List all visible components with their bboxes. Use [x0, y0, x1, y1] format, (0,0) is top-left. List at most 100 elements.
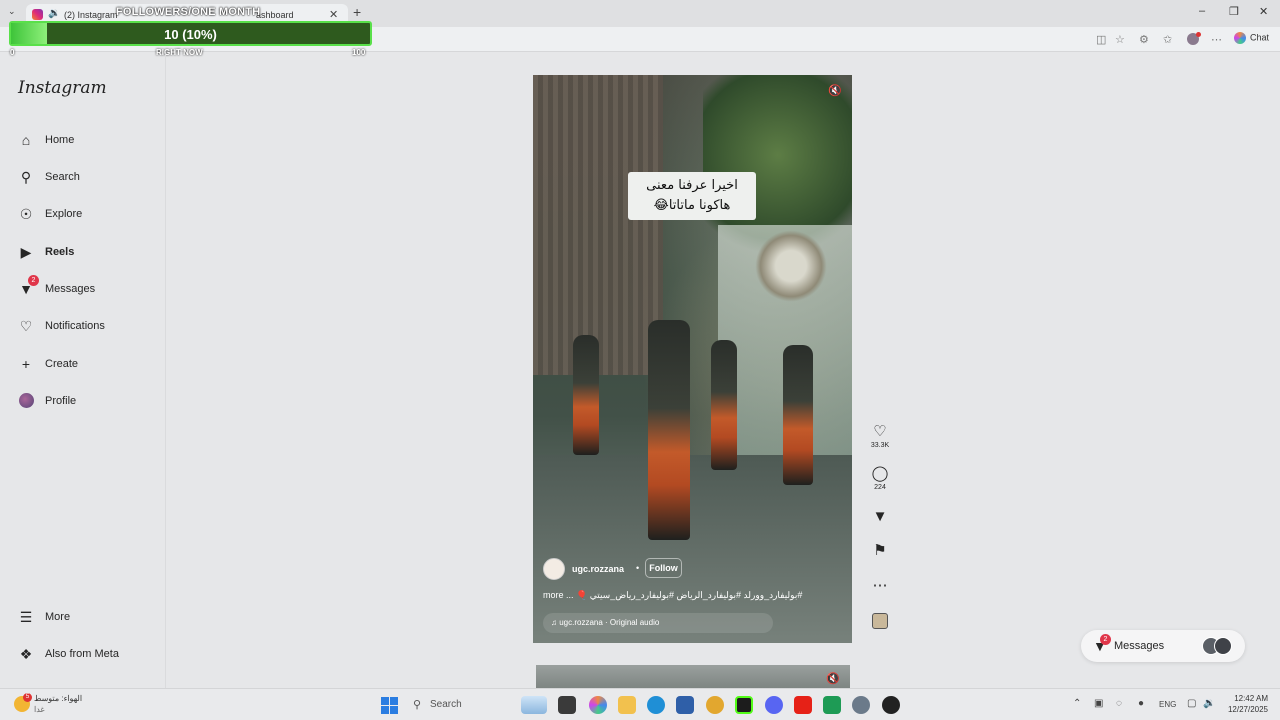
dancer-figure: [711, 340, 737, 470]
meta-apps-icon: ❖: [19, 646, 33, 662]
overlay-title: FOLLOWERS/ONE MONTH: [116, 6, 261, 18]
music-note-icon: ♫: [551, 618, 557, 627]
weather-badge: 5: [23, 693, 32, 702]
messages-floating-button[interactable]: ▼ 2 Messages: [1081, 630, 1245, 662]
messages-bubble-badge: 2: [1100, 634, 1111, 645]
more-dots-icon[interactable]: ⋯: [1211, 33, 1222, 46]
new-tab-icon[interactable]: +: [353, 4, 361, 20]
more-options-action[interactable]: ⋯: [868, 577, 892, 595]
more-dots-icon[interactable]: ⋯: [868, 577, 892, 595]
app-available-icon[interactable]: ◫: [1096, 33, 1106, 46]
dancer-figure: [573, 335, 599, 455]
close-tab-icon[interactable]: ✕: [329, 8, 338, 21]
windows-taskbar: 5 الهواء: متوسط غدا ⚲ Search ⌃ ▣ ◌ ● ENG…: [0, 688, 1280, 720]
message-avatars: [1202, 637, 1232, 655]
mute-icon[interactable]: 🔇: [826, 672, 840, 685]
progress-max-label: 100: [352, 48, 366, 57]
author-avatar[interactable]: [543, 558, 565, 580]
copilot-chat-button[interactable]: Chat: [1234, 32, 1269, 44]
messages-bubble-label: Messages: [1114, 640, 1165, 652]
search-highlight-icon[interactable]: [521, 696, 547, 714]
youtube-icon[interactable]: [794, 696, 812, 714]
tray-app-icon[interactable]: ▣: [1094, 698, 1103, 709]
extensions-icon[interactable]: ⚙: [1139, 33, 1149, 46]
mute-icon[interactable]: 🔇: [828, 84, 842, 97]
settings-icon[interactable]: [852, 696, 870, 714]
microphone-icon[interactable]: ●: [1138, 698, 1144, 709]
next-reel-preview[interactable]: 🔇: [536, 665, 850, 688]
notification-dot: [1196, 32, 1201, 37]
weather-line1: الهواء: متوسط: [34, 694, 83, 703]
author-username[interactable]: ugc.rozzana: [572, 564, 624, 574]
display-icon[interactable]: ▢: [1187, 698, 1196, 709]
edge-icon[interactable]: [647, 696, 665, 714]
instagram-sidebar: Instagram ⌂ Home ⚲ Search ☉ Explore ▶ Re…: [0, 52, 166, 688]
clock-date: 12/27/2025: [1227, 705, 1268, 714]
reel-video[interactable]: اخيرا عرفنا معنى هاكونا ماتاتا😂 🔇 ugc.ro…: [533, 75, 852, 643]
comment-icon[interactable]: ◯: [868, 465, 892, 483]
windows-start-icon[interactable]: [381, 697, 398, 714]
nav-also-from-meta-label: Also from Meta: [45, 648, 119, 660]
instagram-logo[interactable]: Instagram: [18, 78, 107, 98]
save-action[interactable]: ⚑: [868, 542, 892, 560]
separator-dot: •: [636, 563, 640, 573]
hamburger-menu-icon: ☰: [19, 609, 33, 625]
share-action[interactable]: ▼: [868, 508, 892, 526]
tab-title: (2) Instagram: [64, 10, 118, 20]
tab-actions-chevron-icon[interactable]: ⌄: [8, 6, 16, 17]
like-count: 33.3K: [870, 442, 890, 449]
messages-badge: 2: [28, 275, 39, 286]
reel-caption-line1: اخيرا عرفنا معنى: [646, 178, 738, 193]
home-icon: ⌂: [21, 132, 31, 148]
followers-progress-value: 10 (10%): [164, 27, 217, 42]
app-icon-dark[interactable]: [882, 696, 900, 714]
reel-hashtags[interactable]: #بوليفارد_وورلد #بوليفارد_الرياض #بوليفا…: [543, 590, 843, 601]
send-icon[interactable]: ▼: [868, 508, 892, 526]
app-icon-l[interactable]: [558, 696, 576, 714]
discord-icon[interactable]: [765, 696, 783, 714]
favorites-icon[interactable]: ✩: [1163, 33, 1172, 46]
nav-profile-label: Profile: [45, 395, 77, 407]
bookmark-icon[interactable]: ⚑: [868, 542, 892, 560]
reel-caption-overlay: اخيرا عرفنا معنى هاكونا ماتاتا😂: [628, 172, 756, 220]
search-icon: ⚲: [413, 699, 422, 711]
tray-overflow-icon[interactable]: ⌃: [1073, 698, 1081, 709]
weather-line2: غدا: [34, 705, 45, 714]
nav-search-label: Search: [45, 171, 80, 183]
favorite-star-icon[interactable]: ☆: [1115, 33, 1125, 46]
app-icon-green[interactable]: [823, 696, 841, 714]
speaker-icon[interactable]: 🔉: [48, 8, 60, 19]
volume-icon[interactable]: 🔉: [1203, 698, 1215, 709]
tab2-title-fragment: ashboard: [256, 10, 294, 20]
compass-icon: ☉: [19, 206, 33, 222]
kick-icon[interactable]: [735, 696, 753, 714]
search-icon: ⚲: [20, 169, 32, 185]
close-window-icon[interactable]: ✕: [1259, 5, 1268, 18]
restore-icon[interactable]: ❐: [1229, 5, 1239, 18]
avatar: [1214, 637, 1232, 655]
avatar: [18, 393, 34, 409]
network-off-icon[interactable]: ◌: [1116, 698, 1122, 709]
reel-audio-link[interactable]: ♫ ugc.rozzana · Original audio: [543, 613, 773, 633]
building-shape: [533, 75, 663, 375]
clock-time: 12:42 AM: [1234, 694, 1268, 703]
nav-more-label: More: [45, 611, 71, 623]
copilot-icon[interactable]: [589, 696, 607, 714]
nav-home-label: Home: [45, 134, 75, 146]
comment-action[interactable]: ◯ 224: [868, 465, 892, 491]
store-icon[interactable]: [676, 696, 694, 714]
copilot-icon: [1234, 32, 1246, 44]
like-action[interactable]: ♡ 33.3K: [868, 423, 892, 449]
comment-count: 224: [874, 484, 886, 491]
audio-thumbnail[interactable]: [872, 613, 888, 629]
nav-explore-label: Explore: [45, 208, 83, 220]
taskbar-clock[interactable]: 12:42 AM 12/27/2025: [1222, 693, 1268, 715]
follow-button[interactable]: Follow: [645, 558, 682, 578]
taskbar-search-placeholder: Search: [430, 699, 462, 710]
file-explorer-icon[interactable]: [618, 696, 636, 714]
language-indicator[interactable]: ENG: [1159, 700, 1176, 709]
heart-icon[interactable]: ♡: [868, 423, 892, 441]
nav-messages-label: Messages: [45, 283, 96, 295]
chrome-icon[interactable]: [706, 696, 724, 714]
minimize-icon[interactable]: –: [1199, 5, 1205, 17]
